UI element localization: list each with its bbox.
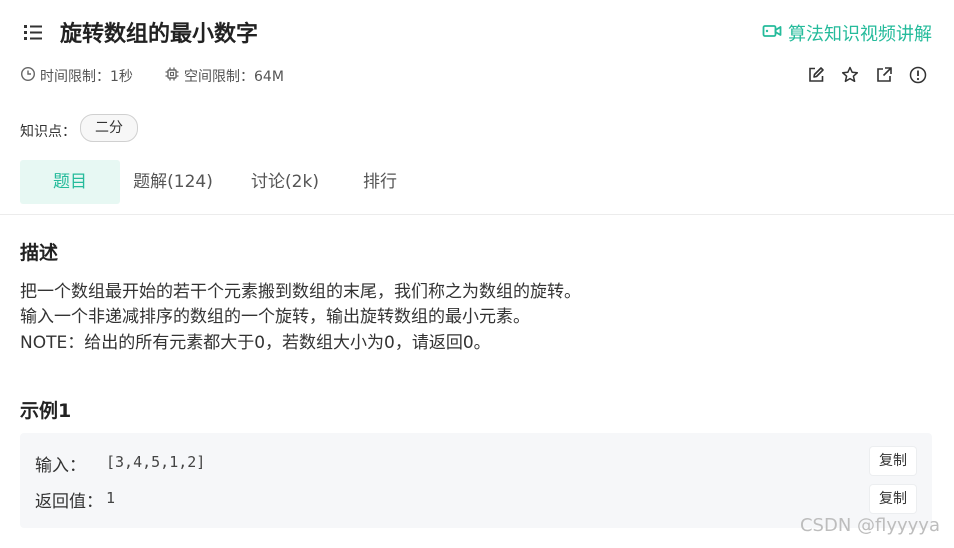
- output-value: 1: [106, 489, 116, 507]
- time-limit: 时间限制：1秒: [20, 66, 133, 86]
- share-icon[interactable]: [874, 65, 894, 85]
- tabs-divider: [0, 214, 954, 215]
- star-icon[interactable]: [840, 65, 860, 85]
- copy-input-button[interactable]: 复制: [870, 447, 916, 475]
- chip-icon: [164, 66, 180, 86]
- page-title: 旋转数组的最小数字: [60, 22, 259, 47]
- output-label: 返回值：: [35, 492, 103, 512]
- video-lecture-label: 算法知识视频讲解: [788, 24, 932, 45]
- video-lecture-link[interactable]: 算法知识视频讲解: [762, 20, 932, 46]
- copy-output-button[interactable]: 复制: [870, 485, 916, 513]
- knowledge-tag[interactable]: 二分: [80, 114, 138, 142]
- description-line: 输入一个非递减排序的数组的一个旋转，输出旋转数组的最小元素。: [20, 307, 530, 327]
- description-title: 描述: [20, 242, 59, 264]
- problem-tabs: 题目 题解(124) 讨论(2k) 排行: [20, 160, 410, 204]
- tab-problem[interactable]: 题目: [20, 160, 120, 204]
- input-label: 输入：: [35, 456, 86, 476]
- clock-icon: [20, 66, 36, 86]
- memory-limit: 空间限制：64M: [164, 66, 284, 86]
- example-box: 输入： [3,4,5,1,2] 复制 返回值： 1 复制: [20, 433, 932, 528]
- tab-discussion[interactable]: 讨论(2k): [240, 160, 330, 204]
- watermark: CSDN @flyyyya: [799, 515, 940, 536]
- video-camera-icon: [762, 23, 782, 44]
- knowledge-label: 知识点：: [20, 124, 76, 140]
- report-icon[interactable]: [908, 65, 928, 85]
- time-limit-text: 时间限制：1秒: [40, 69, 133, 85]
- tab-ranking[interactable]: 排行: [350, 160, 410, 204]
- description-line: 把一个数组最开始的若干个元素搬到数组的末尾，我们称之为数组的旋转。: [20, 282, 581, 302]
- edit-icon[interactable]: [806, 65, 826, 85]
- problem-toolbar: [806, 65, 928, 85]
- description-line: NOTE：给出的所有元素都大于0，若数组大小为0，请返回0。: [20, 333, 491, 353]
- menu-list-icon[interactable]: [22, 22, 44, 42]
- tab-solutions[interactable]: 题解(124): [122, 160, 224, 204]
- input-value: [3,4,5,1,2]: [106, 453, 206, 471]
- example-title: 示例1: [20, 400, 72, 422]
- memory-limit-text: 空间限制：64M: [184, 69, 284, 85]
